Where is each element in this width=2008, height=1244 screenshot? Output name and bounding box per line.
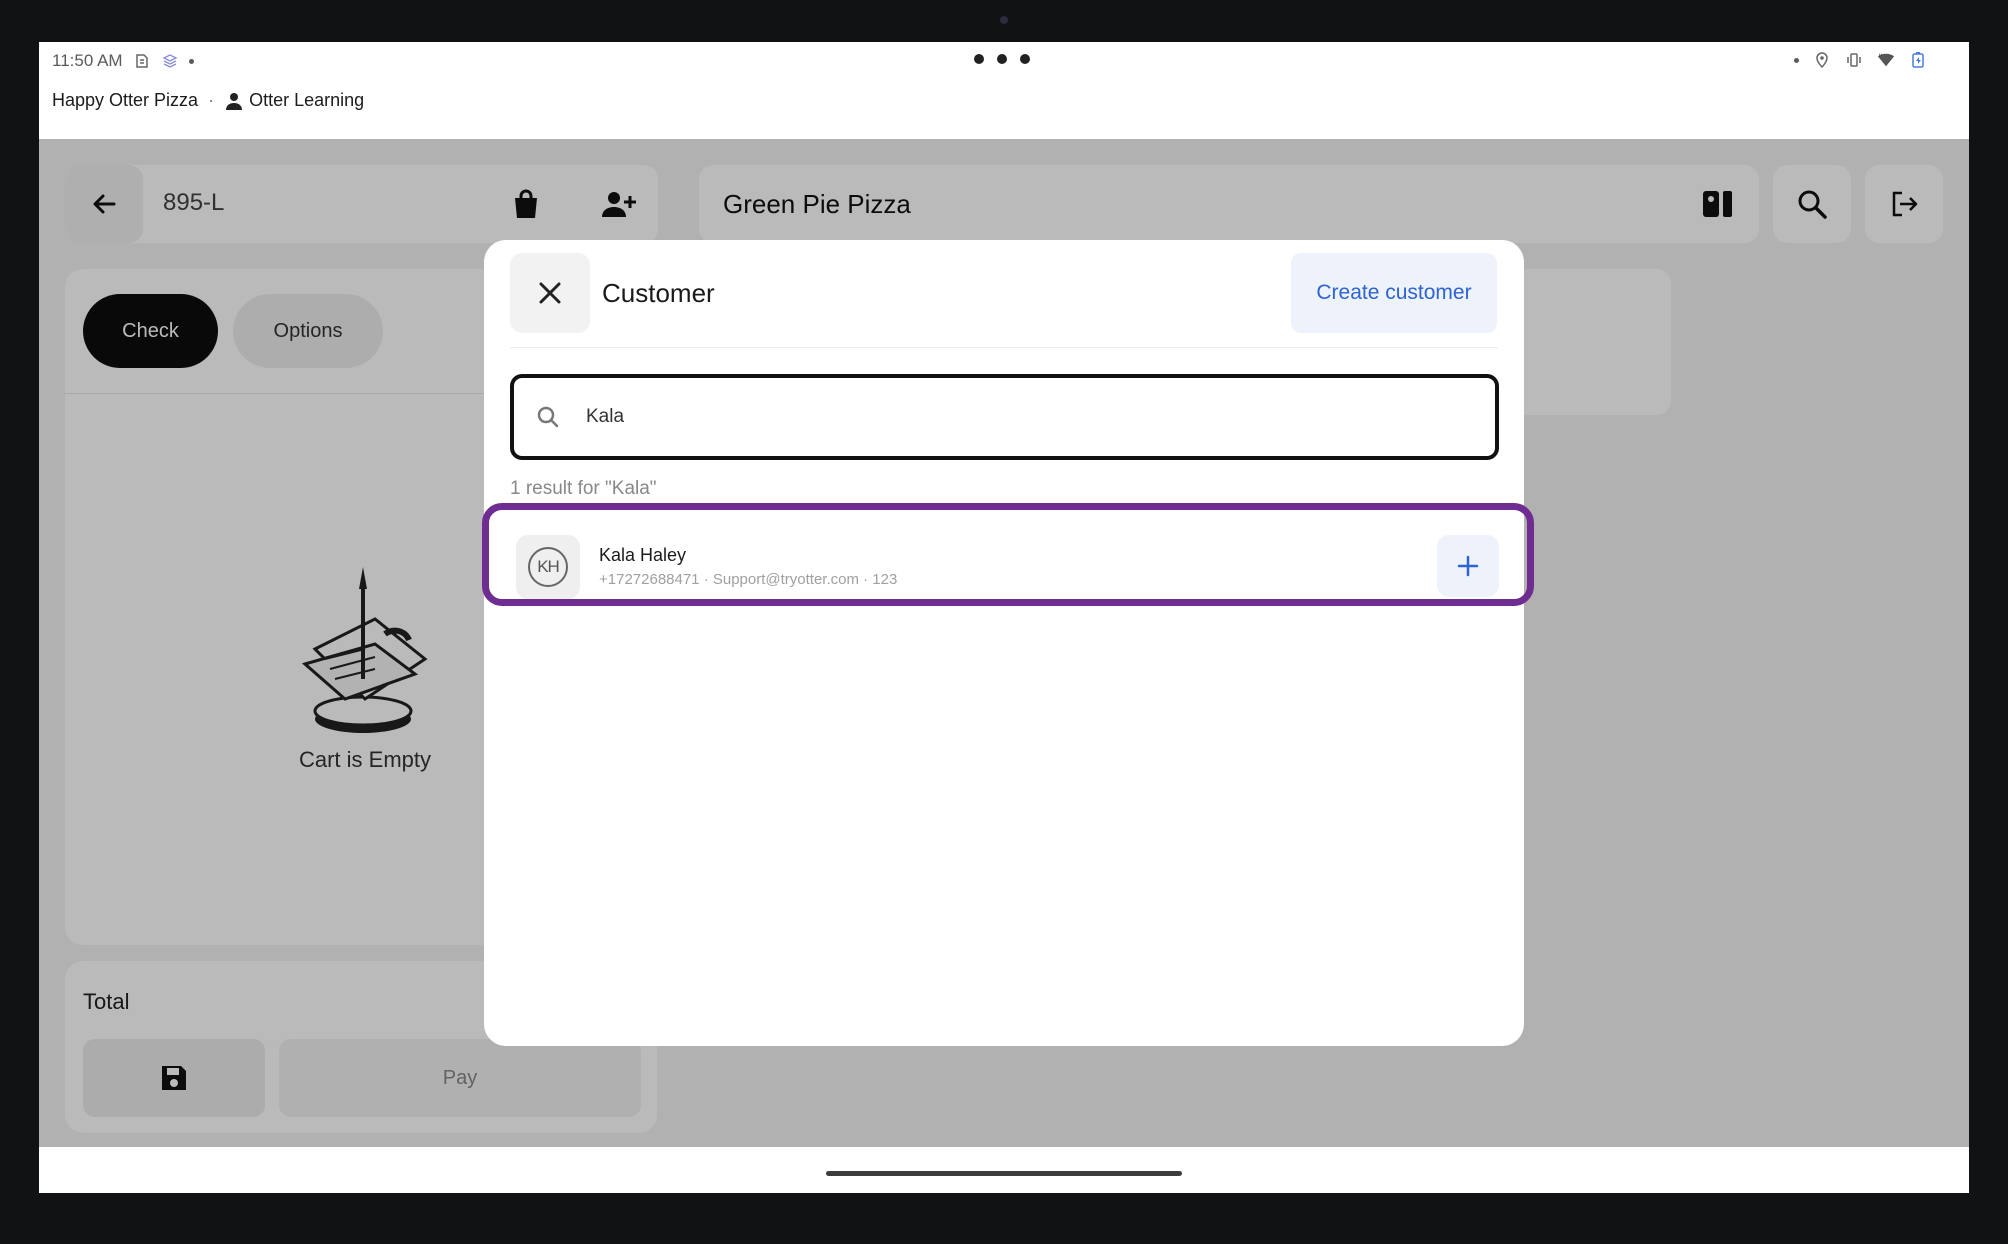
- result-count: 1 result for "Kala": [510, 478, 657, 499]
- home-indicator[interactable]: [826, 1171, 1182, 1176]
- customer-modal: Customer Create customer 1 result for "K…: [484, 240, 1524, 1046]
- system-nav-bar: [39, 1147, 1969, 1193]
- avatar: KH: [516, 535, 580, 599]
- store-label: Happy Otter Pizza: [52, 90, 199, 110]
- customer-detail: +17272688471 · Support@tryotter.com · 12…: [599, 571, 898, 588]
- system-status-bar: 11:50 AM: [39, 42, 1969, 82]
- close-button[interactable]: [510, 253, 590, 333]
- add-customer-to-order-button[interactable]: [1437, 535, 1499, 597]
- sync-notification-icon: [162, 54, 178, 68]
- customer-search-field[interactable]: [510, 374, 1499, 460]
- status-time: 11:50 AM: [52, 51, 123, 70]
- status-dot: [188, 58, 194, 64]
- create-customer-button[interactable]: Create customer: [1291, 253, 1497, 333]
- user-icon: [226, 92, 243, 110]
- status-dot: [1794, 57, 1799, 63]
- account-separator: ·: [208, 90, 215, 110]
- window-controls-handle[interactable]: [974, 54, 1030, 64]
- battery-icon: [1912, 52, 1924, 68]
- modal-title: Customer: [602, 278, 715, 308]
- user-name: Otter Learning: [249, 90, 365, 110]
- wifi-icon: [1877, 53, 1895, 67]
- tablet-screen: 11:50 AM Happy Otter Pizza · Otter Learn…: [39, 42, 1969, 1193]
- divider: [510, 347, 1498, 348]
- customer-name: Kala Haley: [599, 545, 687, 565]
- avatar-initials: KH: [528, 547, 568, 587]
- account-bar: Happy Otter Pizza · Otter Learning: [52, 90, 364, 111]
- close-icon: [539, 282, 561, 304]
- front-camera: [1000, 16, 1008, 24]
- plus-icon: [1457, 555, 1479, 577]
- vibrate-icon: [1847, 53, 1861, 67]
- app-notification-icon: [135, 54, 148, 68]
- search-icon: [534, 403, 562, 431]
- status-right: [1794, 51, 1927, 69]
- location-icon: [1816, 52, 1828, 69]
- user-account: Otter Learning: [224, 90, 364, 111]
- status-left: 11:50 AM: [52, 51, 194, 71]
- customer-search-input[interactable]: [586, 406, 1486, 428]
- customer-result-row[interactable]: KH Kala Haley +17272688471 · Support@try…: [510, 523, 1499, 609]
